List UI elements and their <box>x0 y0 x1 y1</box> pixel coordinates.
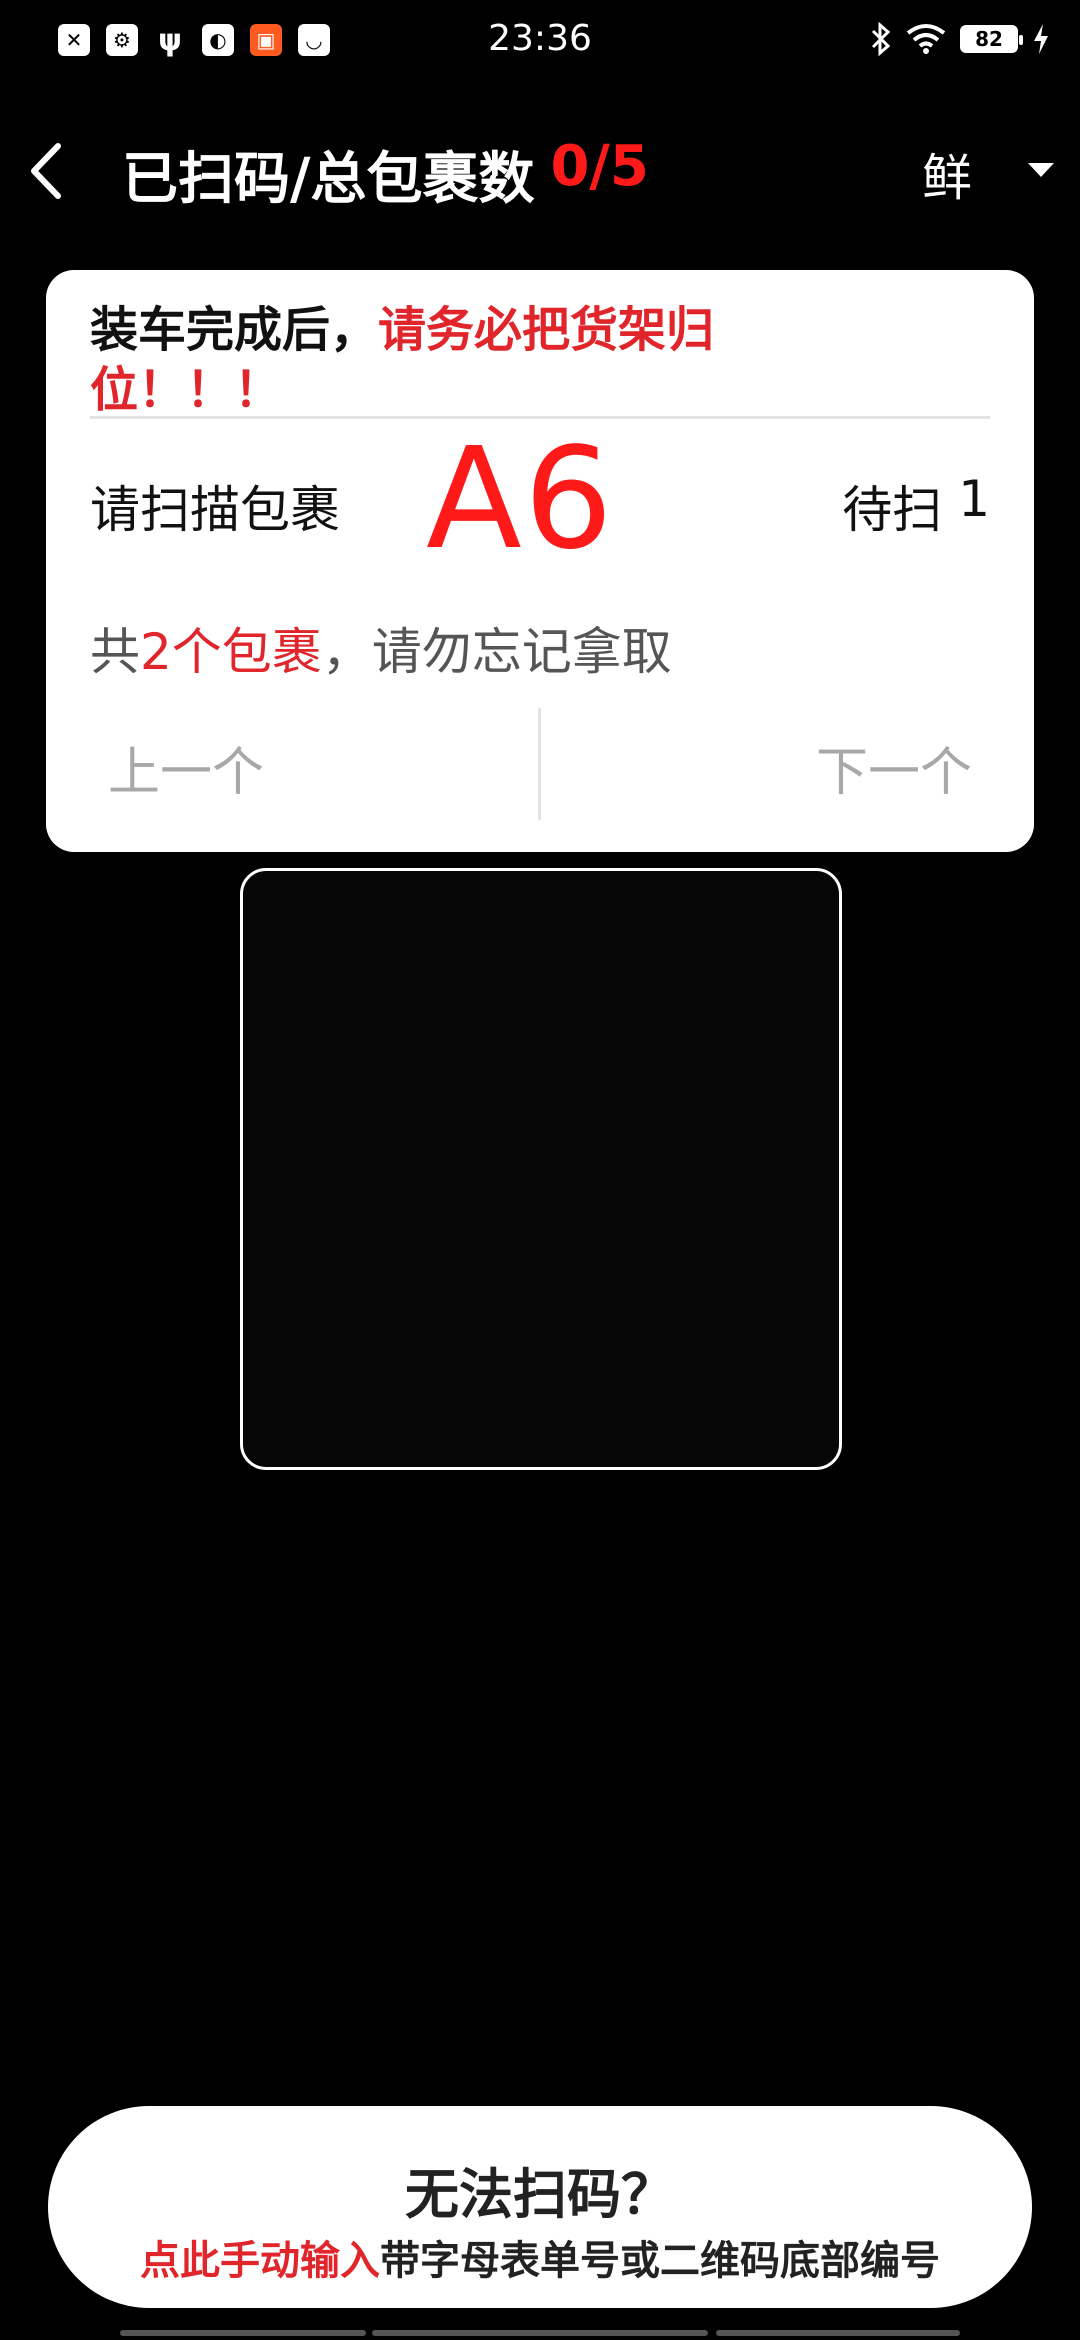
fresh-category-selector[interactable]: 鲜 <box>922 138 972 210</box>
pending-value: 1 <box>958 470 990 528</box>
bluetooth-icon <box>871 22 891 56</box>
manual-input-button[interactable]: 无法扫码？ 点此手动输入带字母表单号或二维码底部编号 <box>48 2106 1032 2308</box>
scan-prompt: 请扫描包裹 <box>90 481 340 539</box>
manual-input-hint: 带字母表单号或二维码底部编号 <box>380 2238 940 2284</box>
wifi-icon <box>906 24 946 54</box>
home-indicator-segment <box>120 2330 366 2336</box>
scan-viewfinder <box>240 868 842 1470</box>
home-indicator <box>0 2330 1080 2338</box>
next-button[interactable]: 下一个 <box>816 730 972 805</box>
manual-input-link: 点此手动输入 <box>140 2238 380 2284</box>
home-indicator-segment <box>372 2330 708 2336</box>
status-bar: ✕ ⚙ ψ ◐ ▣ ◡ 23:36 82 <box>0 0 1080 84</box>
battery-icon: 82 <box>960 25 1023 53</box>
back-button[interactable] <box>18 134 78 204</box>
previous-button[interactable]: 上一个 <box>108 730 264 805</box>
manual-input-title: 无法扫码？ <box>405 2163 675 2226</box>
scan-count: 0/5 <box>550 134 649 199</box>
notice-prefix: 装车完成后， <box>90 302 379 358</box>
reminder-count: 2个包裹 <box>140 623 322 681</box>
nav-divider <box>538 708 541 820</box>
shelf-return-notice: 装车完成后，请务必把货架归位！！！ <box>90 300 870 420</box>
reminder-suffix: ，请勿忘记拿取 <box>321 623 672 681</box>
top-bar: 已扫码/总包裹数 0/5 鲜 <box>0 120 1080 220</box>
scan-info-card: 装车完成后，请务必把货架归位！！！ 请扫描包裹 A6 待扫 1 共2个包裹，请勿… <box>46 270 1034 852</box>
chevron-left-icon <box>31 143 61 199</box>
charging-icon <box>1034 24 1048 54</box>
package-reminder: 共2个包裹，请勿忘记拿取 <box>90 612 672 684</box>
status-right-icons: 82 <box>870 22 1050 56</box>
shelf-code: A6 <box>426 418 615 581</box>
manual-input-subtitle: 点此手动输入带字母表单号或二维码底部编号 <box>48 2228 1032 2286</box>
home-indicator-segment <box>716 2330 960 2336</box>
page-title: 已扫码/总包裹数 0/5 <box>122 134 649 215</box>
title-text: 已扫码/总包裹数 <box>122 147 535 212</box>
screen: ✕ ⚙ ψ ◐ ▣ ◡ 23:36 82 已扫码/总包裹数 0/5 鲜 装车完成… <box>0 0 1080 2340</box>
reminder-prefix: 共 <box>90 623 140 681</box>
triangle-down-icon[interactable] <box>1026 160 1056 180</box>
pending-scan-count: 待扫 1 <box>842 470 990 542</box>
pending-label: 待扫 <box>842 481 943 539</box>
